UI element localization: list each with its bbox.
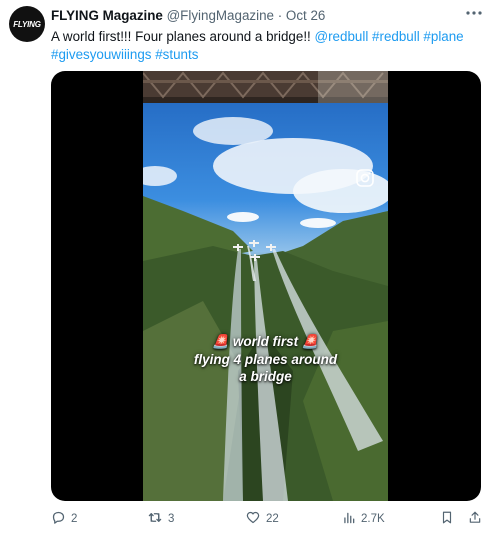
retweet-button[interactable]: 3: [147, 509, 174, 529]
reply-count: 2: [71, 513, 78, 525]
reply-icon: [51, 510, 66, 528]
video-scene: [143, 71, 388, 501]
hashtag-stunts[interactable]: #stunts: [155, 47, 198, 62]
tweet-date[interactable]: Oct 26: [286, 8, 325, 23]
tweet-actions: 2 3 22 2.7K: [51, 509, 481, 529]
retweet-icon: [147, 510, 163, 528]
like-count: 22: [266, 513, 279, 525]
author-handle[interactable]: @FlyingMagazine: [167, 8, 274, 23]
hashtag-plane[interactable]: #plane: [423, 29, 463, 44]
tweet-header: FLYING Magazine @FlyingMagazine · Oct 26: [51, 8, 325, 23]
tweet-text: A world first!!! Four planes around a br…: [51, 28, 481, 64]
avatar[interactable]: FLYING: [9, 6, 45, 42]
like-button[interactable]: 22: [245, 509, 279, 529]
bookmark-button[interactable]: [440, 509, 454, 529]
instagram-icon: [355, 168, 375, 188]
overlay-line-2: flying 4 planes around: [193, 351, 338, 367]
share-icon: [468, 510, 482, 528]
separator-dot: ·: [277, 8, 283, 23]
video-player[interactable]: 🚨 world first 🚨 flying 4 planes around a…: [51, 71, 481, 501]
mention-redbull[interactable]: @redbull: [315, 29, 369, 44]
views-icon: [342, 511, 356, 528]
more-options-icon[interactable]: [462, 3, 486, 23]
retweet-count: 3: [168, 513, 175, 525]
views-count: 2.7K: [361, 513, 385, 525]
heart-icon: [245, 510, 261, 528]
overlay-line-3: a bridge: [239, 369, 292, 384]
tweet-body: A world first!!! Four planes around a br…: [51, 29, 311, 44]
video-frame[interactable]: 🚨 world first 🚨 flying 4 planes around a…: [143, 71, 388, 501]
hashtag-redbull[interactable]: #redbull: [372, 29, 420, 44]
share-button[interactable]: [468, 509, 482, 529]
overlay-line-1: 🚨 world first 🚨: [212, 334, 319, 349]
video-caption-overlay: 🚨 world first 🚨 flying 4 planes around a…: [143, 333, 388, 386]
hashtag-givesyouwiiings[interactable]: #givesyouwiiings: [51, 47, 151, 62]
author-name[interactable]: FLYING Magazine: [51, 8, 163, 23]
views-button[interactable]: 2.7K: [342, 509, 385, 529]
bookmark-icon: [440, 510, 454, 528]
reply-button[interactable]: 2: [51, 509, 77, 529]
